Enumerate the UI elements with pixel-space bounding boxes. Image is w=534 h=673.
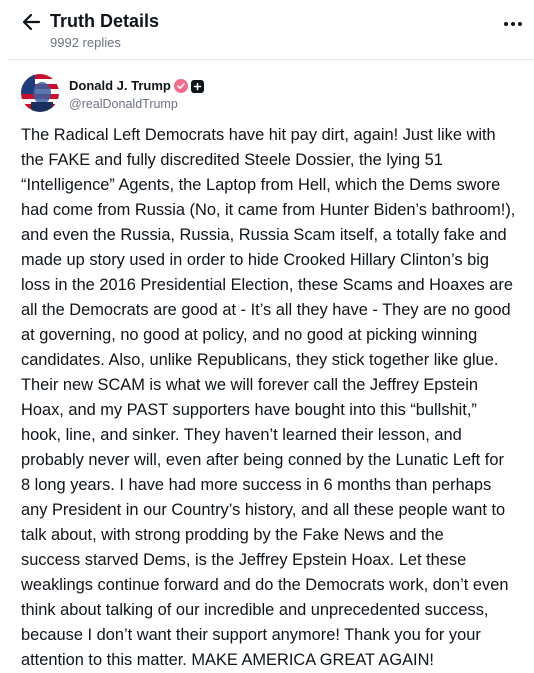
page-header: Truth Details 9992 replies	[0, 0, 534, 64]
author-handle[interactable]: @realDonaldTrump	[69, 97, 178, 111]
author-name[interactable]: Donald J. Trump	[69, 78, 171, 93]
post-body: The Radical Left Democrats have hit pay …	[21, 126, 516, 669]
replies-count: 9992 replies	[50, 35, 121, 50]
arrow-left-icon[interactable]	[20, 10, 44, 34]
plus-badge-icon	[191, 80, 204, 93]
page-title: Truth Details	[50, 11, 160, 31]
header-divider	[8, 59, 534, 60]
more-horizontal-icon[interactable]	[501, 12, 525, 36]
verified-badge-icon	[174, 79, 188, 93]
avatar[interactable]	[21, 74, 59, 112]
